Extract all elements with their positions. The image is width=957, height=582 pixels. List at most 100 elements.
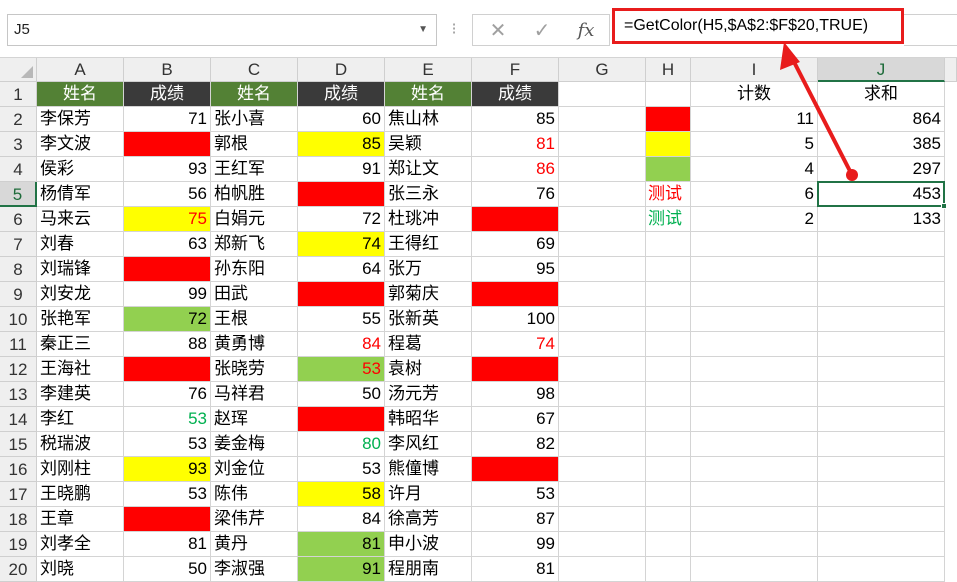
cell[interactable] — [559, 82, 646, 107]
score-cell[interactable]: 100 — [472, 307, 559, 332]
cancel-icon[interactable]: ✕ — [481, 17, 515, 45]
cell[interactable] — [691, 257, 818, 282]
count-cell[interactable]: 4 — [691, 157, 818, 182]
name-cell[interactable]: 王海社 — [37, 357, 124, 382]
select-all-corner[interactable] — [0, 58, 37, 82]
cell[interactable] — [818, 432, 945, 457]
name-box[interactable]: J5 ▼ — [7, 14, 437, 46]
cell[interactable] — [559, 307, 646, 332]
name-header-cell[interactable]: 姓名 — [211, 82, 298, 107]
name-cell[interactable]: 郑让文 — [385, 157, 472, 182]
name-cell[interactable]: 袁树 — [385, 357, 472, 382]
name-cell[interactable]: 李保芳 — [37, 107, 124, 132]
cell[interactable] — [559, 332, 646, 357]
cell[interactable] — [559, 507, 646, 532]
score-cell[interactable]: 53 — [472, 482, 559, 507]
cell[interactable] — [818, 557, 945, 582]
name-cell[interactable]: 王章 — [37, 507, 124, 532]
score-cell[interactable]: 85 — [298, 132, 385, 157]
score-cell[interactable]: 93 — [124, 157, 211, 182]
cell[interactable] — [691, 232, 818, 257]
sum-cell[interactable]: 864 — [818, 107, 945, 132]
score-cell[interactable]: 50 — [124, 557, 211, 582]
score-cell[interactable]: 74 — [472, 332, 559, 357]
name-cell[interactable]: 黄丹 — [211, 532, 298, 557]
column-header-d[interactable]: D — [298, 58, 385, 82]
cell[interactable] — [691, 482, 818, 507]
name-cell[interactable]: 刘孝全 — [37, 532, 124, 557]
cell[interactable] — [691, 332, 818, 357]
name-cell[interactable]: 杜珧冲 — [385, 207, 472, 232]
score-cell[interactable]: 100 — [472, 282, 559, 307]
name-cell[interactable]: 徐高芳 — [385, 507, 472, 532]
cell[interactable] — [818, 232, 945, 257]
row-header-15[interactable]: 15 — [0, 432, 37, 457]
cell[interactable] — [559, 157, 646, 182]
name-header-cell[interactable]: 姓名 — [385, 82, 472, 107]
column-header-f[interactable]: F — [472, 58, 559, 82]
row-header-6[interactable]: 6 — [0, 207, 37, 232]
cell[interactable] — [691, 382, 818, 407]
score-cell[interactable]: 86 — [472, 157, 559, 182]
cell[interactable] — [818, 257, 945, 282]
cell[interactable] — [559, 232, 646, 257]
cell[interactable] — [559, 182, 646, 207]
score-cell[interactable]: 98 — [472, 382, 559, 407]
score-cell[interactable]: 71 — [124, 107, 211, 132]
color-key-cell[interactable]: 测试 — [646, 182, 691, 207]
score-cell[interactable]: 87 — [472, 507, 559, 532]
cell[interactable] — [691, 432, 818, 457]
cell[interactable] — [646, 457, 691, 482]
name-cell[interactable]: 王晓鹏 — [37, 482, 124, 507]
score-cell[interactable]: 84 — [298, 507, 385, 532]
score-cell[interactable]: 53 — [298, 457, 385, 482]
score-header-cell[interactable]: 成绩 — [298, 82, 385, 107]
name-cell[interactable]: 张三永 — [385, 182, 472, 207]
score-cell[interactable]: 97 — [298, 182, 385, 207]
cell[interactable] — [818, 457, 945, 482]
cell[interactable] — [646, 382, 691, 407]
score-cell[interactable]: 60 — [298, 107, 385, 132]
name-cell[interactable]: 汤元芳 — [385, 382, 472, 407]
column-header-b[interactable]: B — [124, 58, 211, 82]
name-cell[interactable]: 李红 — [37, 407, 124, 432]
cell[interactable] — [691, 507, 818, 532]
row-header-20[interactable]: 20 — [0, 557, 37, 582]
score-cell[interactable]: 55 — [298, 307, 385, 332]
name-cell[interactable]: 马祥君 — [211, 382, 298, 407]
cell[interactable] — [559, 432, 646, 457]
score-cell[interactable]: 81 — [472, 132, 559, 157]
cell[interactable] — [559, 457, 646, 482]
column-header-j[interactable]: J — [818, 58, 945, 82]
score-cell[interactable]: 85 — [472, 107, 559, 132]
name-cell[interactable]: 郭菊庆 — [385, 282, 472, 307]
cell[interactable] — [646, 432, 691, 457]
name-cell[interactable]: 韩昭华 — [385, 407, 472, 432]
row-header-5[interactable]: 5 — [0, 182, 37, 207]
name-cell[interactable]: 申小波 — [385, 532, 472, 557]
cell[interactable] — [818, 382, 945, 407]
row-header-19[interactable]: 19 — [0, 532, 37, 557]
score-cell[interactable]: 75 — [124, 207, 211, 232]
cell[interactable] — [559, 382, 646, 407]
color-key-cell[interactable] — [646, 157, 691, 182]
score-cell[interactable]: 99 — [472, 532, 559, 557]
insert-function-icon[interactable]: fx — [569, 17, 603, 45]
name-cell[interactable]: 郭根 — [211, 132, 298, 157]
score-cell[interactable]: 84 — [298, 332, 385, 357]
column-header-i[interactable]: I — [691, 58, 818, 82]
name-cell[interactable]: 税瑞波 — [37, 432, 124, 457]
name-cell[interactable]: 刘刚柱 — [37, 457, 124, 482]
cell[interactable] — [691, 307, 818, 332]
cell[interactable] — [559, 207, 646, 232]
count-cell[interactable]: 2 — [691, 207, 818, 232]
score-cell[interactable]: 56 — [124, 182, 211, 207]
name-cell[interactable]: 刘春 — [37, 232, 124, 257]
score-cell[interactable]: 53 — [124, 482, 211, 507]
name-cell[interactable]: 郑新飞 — [211, 232, 298, 257]
score-cell[interactable]: 76 — [124, 382, 211, 407]
score-cell[interactable]: 53 — [298, 357, 385, 382]
score-cell[interactable]: 50 — [298, 382, 385, 407]
score-cell[interactable]: 92 — [298, 282, 385, 307]
cell[interactable] — [646, 482, 691, 507]
